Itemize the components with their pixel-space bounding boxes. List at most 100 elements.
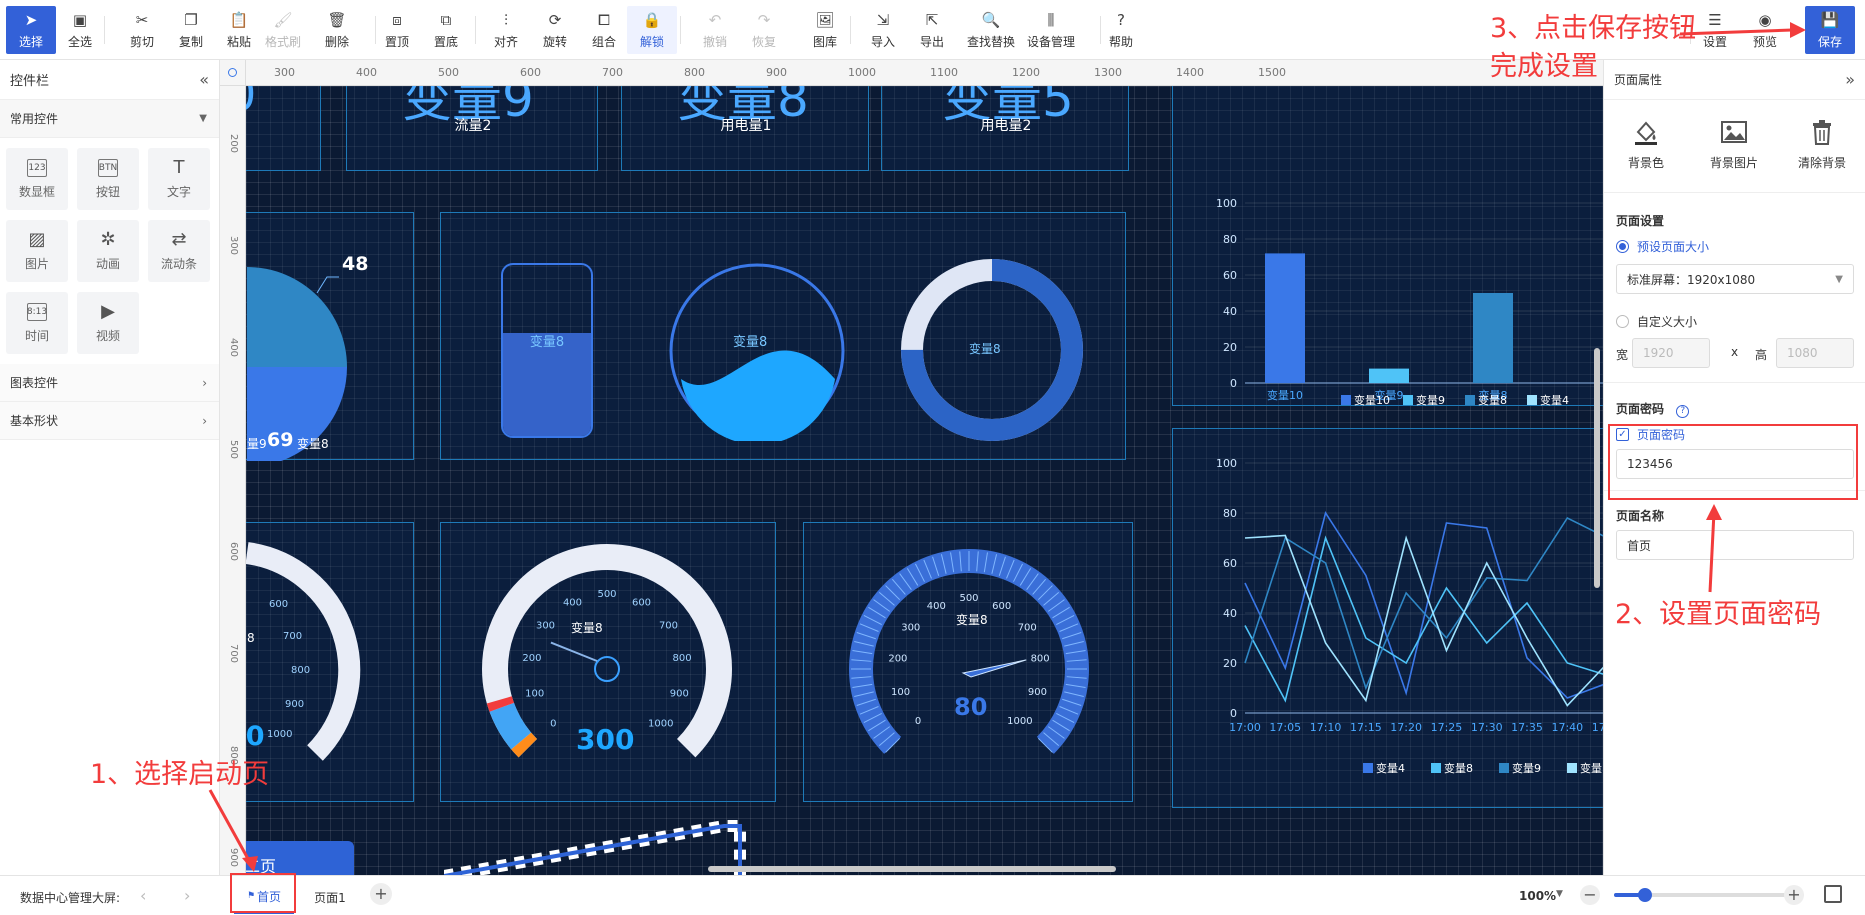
toolbar-button-cursor[interactable]: ➤ 选择 — [6, 6, 56, 54]
value-card-2[interactable]: 变量8 用电量1 — [621, 86, 869, 171]
preset-size-select[interactable]: 标准屏幕：1920x1080 ▼ — [1616, 264, 1854, 294]
value-card-0[interactable]: 0 — [246, 86, 321, 171]
tab-next-icon[interactable]: › — [184, 886, 190, 905]
send-back-icon: ⧉ — [440, 11, 452, 29]
toolbar-button-preview[interactable]: ◉ 预览 — [1740, 6, 1790, 54]
control-text[interactable]: T 文字 — [148, 148, 210, 210]
toolbar-button-export[interactable]: ⇱ 导出 — [907, 6, 957, 54]
page-settings-heading: 页面设置 — [1616, 214, 1665, 228]
basic-shapes-header[interactable]: 基本形状 › — [0, 402, 219, 440]
save-button[interactable]: 💾 保存 — [1805, 6, 1855, 54]
toolbar-button-redo[interactable]: ↷ 恢复 — [739, 6, 789, 54]
collapse-left-icon[interactable]: « — [199, 70, 209, 89]
ruler-tick: 1400 — [1176, 66, 1204, 79]
wave-gauge[interactable] — [667, 261, 847, 441]
zoom-level[interactable]: 100% — [1519, 889, 1556, 903]
background-color-button[interactable]: 背景色 — [1606, 118, 1686, 171]
toolbar-button-send-back[interactable]: ⧉ 置底 — [421, 6, 471, 54]
toolbar-button-label: 撤销 — [702, 35, 727, 49]
toolbar-button-select-all[interactable]: ▣ 全选 — [55, 6, 105, 54]
line-chart-panel[interactable]: 0 20 40 60 80 100 17:00 17:05 17:10 17:15 17:20 17:… — [1172, 428, 1603, 808]
pie-chart-panel[interactable]: 48 69 变量9 变量8 — [246, 212, 414, 461]
toolbar-button-undo[interactable]: ↶ 撤销 — [690, 6, 740, 54]
zoom-out-icon[interactable]: − — [1580, 885, 1600, 905]
collapse-right-icon[interactable]: » — [1845, 70, 1855, 89]
height-input[interactable]: 1080 — [1776, 338, 1854, 368]
toolbar-button-scissors[interactable]: ✂ 剪切 — [117, 6, 167, 54]
control-image[interactable]: ▨ 图片 — [6, 220, 68, 282]
control-label: 数显框 — [18, 184, 55, 199]
toolbar-button-help[interactable]: ? 帮助 — [1096, 6, 1146, 54]
vertical-scrollbar[interactable] — [1594, 348, 1600, 588]
control-animation[interactable]: ✲ 动画 — [77, 220, 139, 282]
background-image-button[interactable]: 背景图片 — [1694, 118, 1774, 171]
toolbar-button-label: 删除 — [324, 35, 349, 49]
trash-icon: 🗑 — [327, 11, 347, 29]
control-video[interactable]: ▶ 视频 — [77, 292, 139, 354]
speed-gauge-panel-3[interactable]: 0 100 200 300 400 500 600 700 800 900 1000 变量8 80 — [803, 522, 1133, 802]
help-circle-icon[interactable]: ? — [1676, 405, 1690, 418]
find-replace-icon: 🔍 — [981, 11, 1001, 29]
value-card-caption: 用电量2 — [980, 118, 1032, 134]
zoom-slider-handle[interactable] — [1638, 888, 1652, 902]
value-card-1[interactable]: 变量9 流量2 — [346, 86, 598, 171]
chart-controls-header[interactable]: 图表控件 › — [0, 364, 219, 402]
common-controls-header[interactable]: 常用控件 ▼ — [0, 100, 219, 138]
page-name-input[interactable]: 首页 — [1616, 530, 1854, 560]
toolbar-button-import[interactable]: ⇲ 导入 — [858, 6, 908, 54]
tank-widget[interactable]: 变量8 — [501, 263, 593, 438]
design-canvas[interactable]: 0 变量9 流量2 变量8 用电量1 变量5 用电量2 48 69 变量9 变量… — [246, 86, 1603, 875]
line-legend-label: 变量8 — [1444, 761, 1473, 775]
clear-background-button[interactable]: 清除背景 — [1782, 118, 1862, 171]
toolbar-button-format-brush[interactable]: 🖌 格式刷 — [258, 6, 308, 54]
toolbar-button-paste[interactable]: 📋 粘贴 — [214, 6, 264, 54]
toolbar-button-align[interactable]: ⫶ 对齐 — [481, 6, 531, 54]
toolbar-button-copy[interactable]: ❐ 复制 — [166, 6, 216, 54]
ruler-tick: 400 — [228, 337, 240, 358]
toolbar-button-unlock[interactable]: 🔒 解锁 — [627, 6, 677, 54]
control-flow-bar[interactable]: ⇄ 流动条 — [148, 220, 210, 282]
chevron-down-icon[interactable]: ▼ — [1556, 889, 1563, 899]
width-input[interactable]: 1920 — [1632, 338, 1710, 368]
add-page-icon[interactable]: + — [370, 883, 392, 905]
clear-background-label: 清除背景 — [1797, 156, 1846, 170]
control-number-display[interactable]: 123 数显框 — [6, 148, 68, 210]
app-window: ➤ 选择 ▣ 全选 ✂ 剪切 ❐ 复制 📋 粘贴 🖌 格式刷 🗑 删除 ⧈ 置顶 ⧉ 置底 ⫶ 对齐 ⟳ 旋转 ⧠ 组合 🔒 解锁… — [0, 0, 1865, 915]
toolbar-button-settings[interactable]: ☰ 设置 — [1690, 6, 1740, 54]
toolbar-button-gallery[interactable]: 🖼 图库 — [800, 6, 850, 54]
gauge-tick-label: 200 — [888, 654, 907, 665]
toolbar-separator — [104, 16, 105, 44]
preset-size-radio[interactable]: 预设页面大小 — [1616, 238, 1709, 255]
bar-chart-panel[interactable]: 0 20 40 60 80 100 变量10 变量9 变量8 变量10 变量9 变量8 变量4 — [1172, 86, 1603, 407]
speed-gauge-panel-1[interactable]: 600 700 800 900 1000 8 00 — [246, 522, 414, 802]
toolbar-button-find-replace[interactable]: 🔍 查找替换 — [966, 6, 1016, 54]
gauge3-value: 80 — [954, 693, 988, 721]
fullscreen-icon[interactable] — [1824, 885, 1842, 903]
toolbar-button-bring-front[interactable]: ⧈ 置顶 — [372, 6, 422, 54]
zoom-in-icon[interactable]: + — [1784, 885, 1804, 905]
gauge-arc-segment — [511, 732, 538, 758]
control-clock[interactable]: 8:13 时间 — [6, 292, 68, 354]
gauge-group-panel[interactable]: 变量8 变量8 变量8 — [440, 212, 1126, 460]
custom-size-radio[interactable]: 自定义大小 — [1616, 313, 1697, 330]
zoom-slider[interactable] — [1614, 888, 1804, 902]
toolbar-button-trash[interactable]: 🗑 删除 — [312, 6, 362, 54]
tab-page1[interactable]: 页面1 — [306, 880, 354, 914]
pie-label-line — [316, 276, 339, 294]
align-icon: ⫶ — [504, 11, 508, 29]
annotation-step2: 2、设置页面密码 — [1615, 599, 1822, 630]
speed-gauge-panel-2[interactable]: 0 100 200 300 400 500 600 700 800 900 1000 变量8 300 — [440, 522, 776, 802]
toolbar-button-rotate[interactable]: ⟳ 旋转 — [530, 6, 580, 54]
gauge-tick-label: 1000 — [648, 719, 673, 730]
control-label: 视频 — [95, 328, 120, 343]
toolbar-button-device-manage[interactable]: ⫼ 设备管理 — [1026, 6, 1076, 54]
horizontal-scrollbar[interactable] — [708, 866, 1116, 872]
value-card-3[interactable]: 变量5 用电量2 — [881, 86, 1129, 171]
line-y-tick: 60 — [1223, 557, 1237, 570]
tab-prev-icon[interactable]: ‹ — [140, 886, 146, 905]
toolbar-button-group[interactable]: ⧠ 组合 — [579, 6, 629, 54]
copy-icon: ❐ — [184, 11, 198, 29]
control-button[interactable]: BTN 按钮 — [77, 148, 139, 210]
page-nav-button[interactable]: 二页 — [246, 841, 354, 875]
toolbar-button-label: 对齐 — [493, 35, 518, 49]
